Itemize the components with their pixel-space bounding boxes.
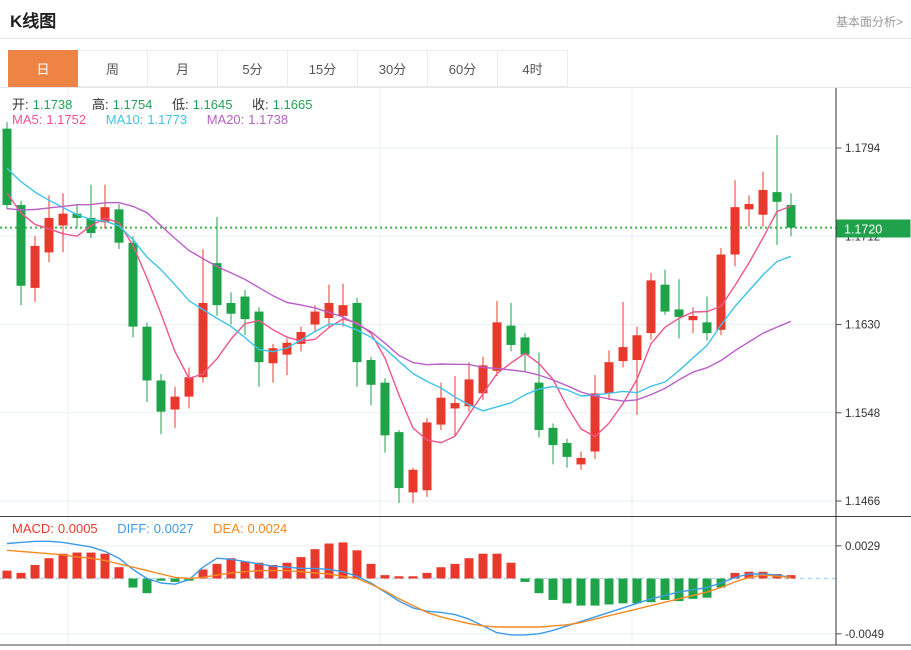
tab-5min[interactable]: 5分 [218, 50, 288, 87]
macd-histogram [3, 542, 796, 605]
dea-line [7, 550, 791, 627]
period-tabs: 日 周 月 5分 15分 30分 60分 4时 [8, 50, 568, 87]
svg-text:1.1720: 1.1720 [844, 223, 882, 237]
svg-text:1.1794: 1.1794 [845, 143, 881, 155]
tab-4hour[interactable]: 4时 [498, 50, 568, 87]
price-axis-labels: 1.17941.17121.16301.15481.14660.0029-0.0… [836, 143, 884, 641]
tab-30min[interactable]: 30分 [358, 50, 428, 87]
svg-text:0.0029: 0.0029 [845, 541, 880, 553]
tab-week[interactable]: 周 [78, 50, 148, 87]
svg-text:-0.0049: -0.0049 [845, 629, 884, 641]
tab-15min[interactable]: 15分 [288, 50, 358, 87]
svg-text:1.1466: 1.1466 [845, 496, 880, 508]
page-header: K线图 基本面分析> [0, 0, 911, 39]
tab-month[interactable]: 月 [148, 50, 218, 87]
kline-app: K线图 基本面分析> 日 周 月 5分 15分 30分 60分 4时 开:1.1… [0, 0, 911, 650]
fundamental-analysis-link[interactable]: 基本面分析> [836, 13, 903, 30]
diff-line [7, 541, 791, 635]
kline-chart[interactable]: 1.17941.17121.16301.15481.14660.0029-0.0… [0, 0, 911, 650]
page-title: K线图 [10, 7, 56, 32]
current-price-badge: 1.1720 [837, 220, 911, 238]
svg-text:1.1630: 1.1630 [845, 320, 880, 332]
tab-60min[interactable]: 60分 [428, 50, 498, 87]
svg-text:1.1548: 1.1548 [845, 408, 880, 420]
tab-day[interactable]: 日 [8, 50, 78, 87]
candles-layer [3, 122, 796, 503]
